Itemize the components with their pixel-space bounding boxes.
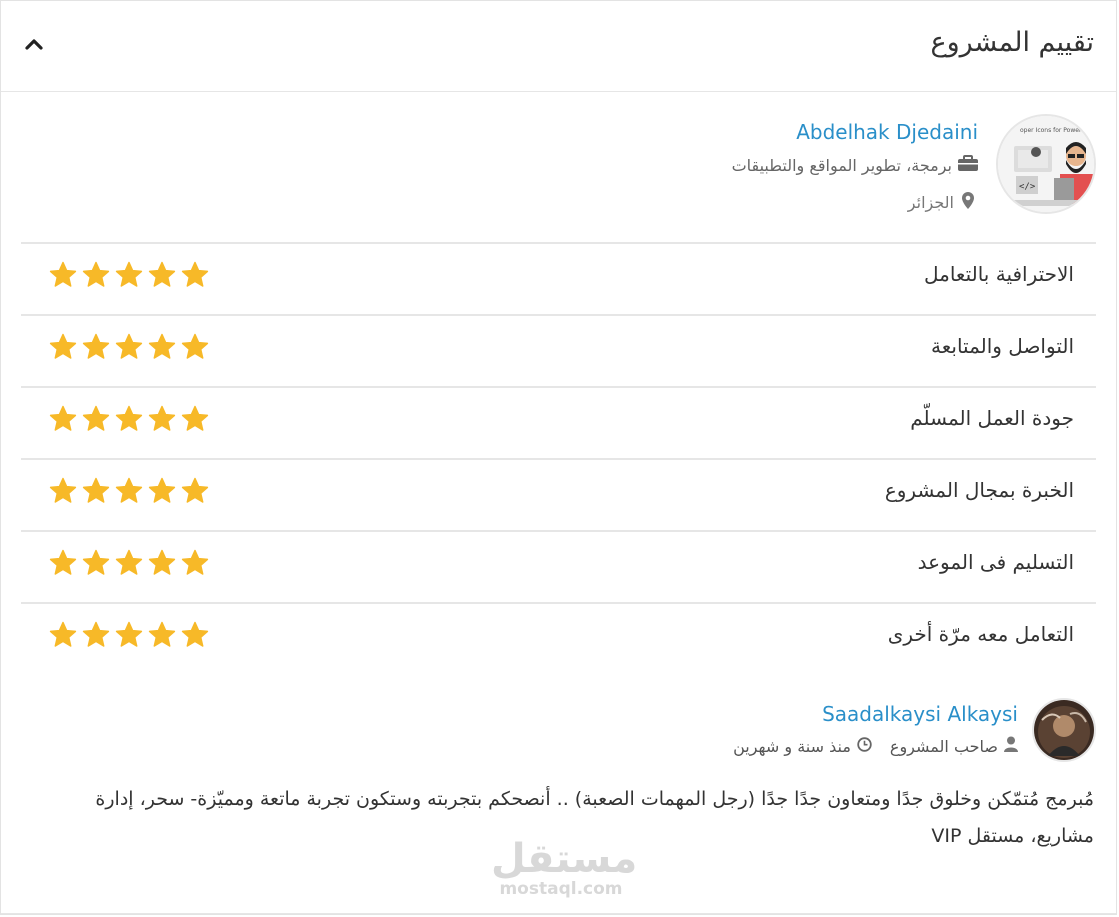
briefcase-icon [958,155,978,175]
star-icon [49,405,77,431]
rating-stars [49,261,209,289]
star-icon [82,549,110,575]
freelancer-name-link[interactable]: Abdelhak Djedaini [796,120,978,144]
star-icon [148,549,176,575]
card-header: تقييم المشروع [1,1,1116,92]
card-bottom-border [1,913,1116,914]
rating-stars [49,621,209,649]
rating-stars [49,333,209,361]
star-icon [82,477,110,503]
svg-text:</>: </> [1019,182,1036,192]
star-icon [148,621,176,647]
reviewer-name-link[interactable]: Saadalkaysi Alkaysi [822,702,1018,726]
freelancer-skill-text: برمجة، تطوير المواقع والتطبيقات [731,155,952,175]
star-icon [49,621,77,647]
star-icon [181,549,209,575]
rating-row: الخبرة بمجال المشروع [21,458,1096,530]
ratings-list: الاحترافية بالتعامل التواصل والمتابعة جودة… [21,242,1096,674]
star-icon [49,261,77,287]
freelancer-avatar[interactable]: oper Icons for Power </> [996,114,1096,214]
star-icon [82,621,110,647]
star-icon [115,333,143,359]
chevron-up-icon[interactable] [21,31,47,57]
star-icon [115,621,143,647]
user-icon [1004,736,1018,756]
rating-row: التواصل والمتابعة [21,314,1096,386]
star-icon [148,261,176,287]
clock-icon [857,736,872,756]
star-icon [148,405,176,431]
rating-stars [49,477,209,505]
star-icon [181,333,209,359]
star-icon [82,405,110,431]
map-marker-icon [962,192,974,213]
card-title: تقييم المشروع [930,27,1095,58]
freelancer-info: oper Icons for Power </> Abdelhak Djedai… [1,92,1116,242]
star-icon [115,477,143,503]
rating-label: التسليم فى الموعد [917,550,1074,574]
star-icon [49,549,77,575]
reviewer-avatar[interactable] [1032,698,1096,762]
rating-row: الاحترافية بالتعامل [21,242,1096,314]
mostaql-watermark: مستقل mostaql.com [491,836,638,899]
rating-label: التواصل والمتابعة [931,334,1074,358]
star-icon [49,477,77,503]
rating-row: جودة العمل المسلّم [21,386,1096,458]
rating-label: التعامل معه مرّة أخرى [887,622,1074,646]
project-rating-card: تقييم المشروع oper Icons for Power </> A… [0,0,1117,915]
star-icon [181,261,209,287]
review-time: منذ سنة و شهرين [733,736,851,756]
reviewer-role: صاحب المشروع [889,736,998,756]
watermark-arabic: مستقل [491,836,638,882]
freelancer-location-text: الجزائر [907,193,954,212]
rating-row: التسليم فى الموعد [21,530,1096,602]
star-icon [82,333,110,359]
freelancer-skill: برمجة، تطوير المواقع والتطبيقات [732,155,978,175]
rating-stars [49,549,209,577]
rating-row: التعامل معه مرّة أخرى [21,602,1096,674]
star-icon [181,405,209,431]
rating-label: جودة العمل المسلّم [910,406,1074,430]
rating-label: الخبرة بمجال المشروع [884,478,1074,502]
star-icon [49,333,77,359]
star-icon [115,405,143,431]
star-icon [148,333,176,359]
watermark-latin: mostaql.com [499,879,623,899]
rating-stars [49,405,209,433]
review-meta: صاحب المشروع منذ سنة و شهرين [733,736,1018,756]
star-icon [115,549,143,575]
star-icon [148,477,176,503]
star-icon [181,621,209,647]
star-icon [82,261,110,287]
star-icon [115,261,143,287]
review-header: Saadalkaysi Alkaysi صاحب المشروع منذ سنة… [1,674,1116,784]
avatar-caption: oper Icons for Power [1020,127,1082,134]
rating-label: الاحترافية بالتعامل [923,262,1074,286]
star-icon [181,477,209,503]
freelancer-location: الجزائر [908,192,974,213]
